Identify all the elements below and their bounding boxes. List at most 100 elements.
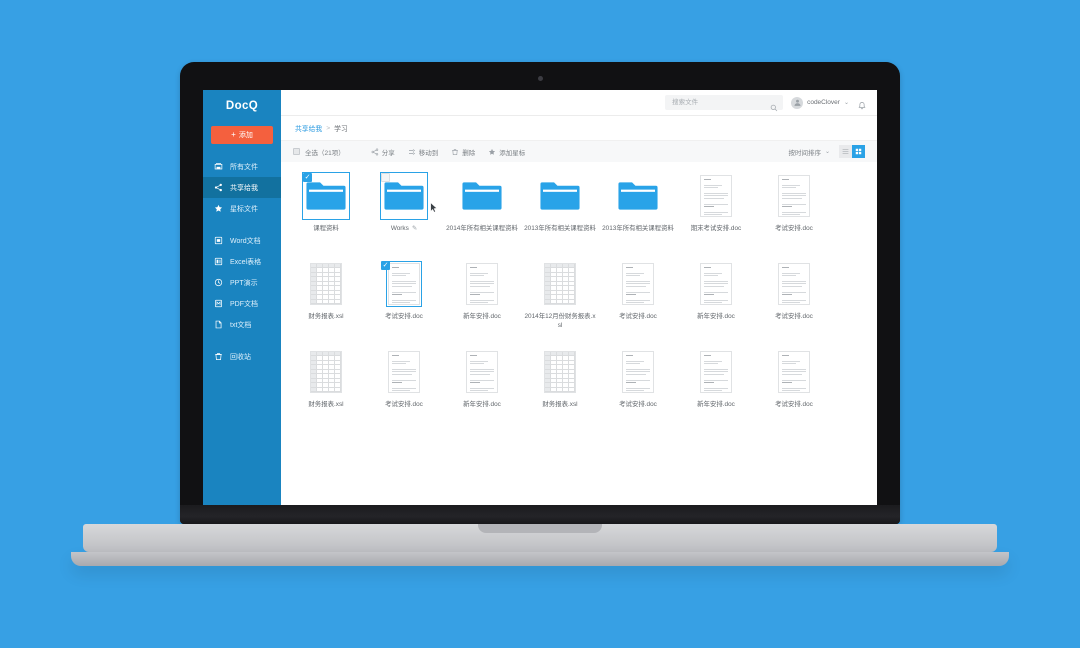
sidebar-item-pdf[interactable]: PDF文档 [203,293,281,314]
folder-item[interactable]: ✓ Works✎ [365,172,443,260]
bell-icon[interactable] [857,98,867,109]
rename-pencil-icon[interactable]: ✎ [412,225,417,232]
file-name-text: 考试安排.doc [775,225,813,232]
sidebar-item-word-doc[interactable]: Word文档 [203,230,281,251]
file-item[interactable]: 新年安排.doc [677,260,755,348]
file-thumbnail[interactable] [694,174,738,218]
trash-icon [451,148,459,156]
user-menu[interactable]: codeClover ⌄ [791,96,849,109]
file-item[interactable]: 考试安排.doc [365,348,443,436]
sidebar-item-excel-sheet[interactable]: Excel表格 [203,251,281,272]
file-thumbnail[interactable] [616,262,660,306]
toolbar-action-label: 移动到 [418,149,439,157]
sidebar-item-label: 共享给我 [230,184,258,192]
list-view-icon[interactable] [839,145,852,158]
document-thumbnail [700,263,732,305]
file-item[interactable]: 考试安排.doc [755,348,833,436]
sidebar-item-label: PPT演示 [230,279,258,287]
folder-item[interactable]: 2013年所有相关课程资料 [599,172,677,260]
file-item[interactable]: 财务报表.xsl [521,348,599,436]
file-thumbnail[interactable]: ✓ [380,172,438,220]
select-all-checkbox[interactable]: 全选（21项） [293,147,345,157]
file-name-label: 课程资料 [290,224,362,233]
selection-checkbox[interactable]: ✓ [381,173,390,182]
toolbar-trash-button[interactable]: 删除 [451,147,475,157]
file-item[interactable]: 2014年12月份财务报表.xsl [521,260,599,348]
laptop-bezel: DocQ + 添加 所有文件 共享给我 星标文件 Word文档 Excel表格 PPT演示… [180,62,900,524]
chevron-down-icon[interactable]: ⌄ [844,99,849,106]
sidebar-item-txt[interactable]: txt文档 [203,314,281,335]
file-thumbnail[interactable] [460,262,504,306]
topbar: codeClover ⌄ [281,90,877,116]
username-label: codeClover [807,99,840,106]
file-thumbnail[interactable]: ✓ [302,172,350,220]
file-name-text: 新年安排.doc [463,313,501,320]
plus-icon: + [231,130,236,139]
checkbox-icon[interactable] [293,148,300,155]
file-thumbnail[interactable] [772,262,816,306]
sort-dropdown[interactable]: 按时间排序 ⌄ [788,147,830,157]
toolbar-share-button[interactable]: 分享 [371,147,395,157]
file-item[interactable]: 考试安排.doc [599,260,677,348]
file-thumbnail[interactable] [538,350,582,394]
toolbar-right: 按时间排序 ⌄ [788,145,865,158]
file-thumbnail[interactable] [538,262,582,306]
file-name-text: 考试安排.doc [619,313,657,320]
file-item[interactable]: 新年安排.doc [677,348,755,436]
file-item[interactable]: 财务报表.xsl [287,260,365,348]
document-thumbnail [700,175,732,217]
file-thumbnail[interactable] [304,262,348,306]
file-thumbnail[interactable] [772,174,816,218]
folder-item[interactable]: 2014年所有相关课程资料 [443,172,521,260]
file-thumbnail[interactable] [616,174,660,218]
file-item[interactable]: ✓ 考试安排.doc [365,260,443,348]
sidebar-item-star[interactable]: 星标文件 [203,198,281,219]
file-thumbnail[interactable] [694,350,738,394]
search-icon[interactable] [770,99,778,111]
file-thumbnail[interactable] [694,262,738,306]
document-thumbnail [622,351,654,393]
sidebar-item-label: Excel表格 [230,258,262,266]
file-thumbnail[interactable] [538,174,582,218]
file-item[interactable]: 期末考试安排.doc [677,172,755,260]
search-box[interactable] [665,95,784,111]
toolbar-move-button[interactable]: 移动到 [408,147,439,157]
spreadsheet-thumbnail [544,351,576,393]
laptop-base-notch [478,524,602,533]
folder-item[interactable]: ✓ 课程资料 [287,172,365,260]
file-thumbnail[interactable] [772,350,816,394]
file-name-label: 2013年所有相关课程资料 [602,224,674,233]
sidebar-item-label: 星标文件 [230,205,258,213]
selection-checkbox[interactable]: ✓ [381,261,390,270]
avatar [791,96,804,109]
file-name-label: 2014年12月份财务报表.xsl [524,312,596,330]
file-thumbnail[interactable] [460,350,504,394]
file-item[interactable]: 考试安排.doc [755,260,833,348]
toolbar-star-button[interactable]: 添加星标 [488,147,525,157]
sidebar-item-share[interactable]: 共享给我 [203,177,281,198]
file-item[interactable]: 考试安排.doc [599,348,677,436]
file-item[interactable]: 新年安排.doc [443,260,521,348]
file-thumbnail[interactable]: ✓ [381,261,426,307]
file-thumbnail[interactable] [460,174,504,218]
folder-item[interactable]: 2013年所有相关课程资料 [521,172,599,260]
excel-sheet-icon [214,257,223,266]
sidebar-item-trash[interactable]: 回收站 [203,346,281,367]
add-button[interactable]: + 添加 [211,126,273,144]
file-name-label: 新年安排.doc [680,400,752,409]
search-input[interactable] [670,98,767,107]
grid-view-icon[interactable] [852,145,865,158]
file-item[interactable]: 新年安排.doc [443,348,521,436]
file-item[interactable]: 财务报表.xsl [287,348,365,436]
file-name-label: 新年安排.doc [446,312,518,321]
file-thumbnail[interactable] [382,350,426,394]
sidebar-item-all-files[interactable]: 所有文件 [203,156,281,177]
file-name-text: 财务报表.xsl [308,401,344,408]
file-thumbnail[interactable] [304,350,348,394]
selection-checkbox[interactable]: ✓ [303,173,312,182]
breadcrumb-root[interactable]: 共享给我 [295,123,322,133]
file-thumbnail[interactable] [616,350,660,394]
sidebar: DocQ + 添加 所有文件 共享给我 星标文件 Word文档 Excel表格 PPT演示… [203,90,281,516]
file-item[interactable]: 考试安排.doc [755,172,833,260]
sidebar-item-ppt[interactable]: PPT演示 [203,272,281,293]
